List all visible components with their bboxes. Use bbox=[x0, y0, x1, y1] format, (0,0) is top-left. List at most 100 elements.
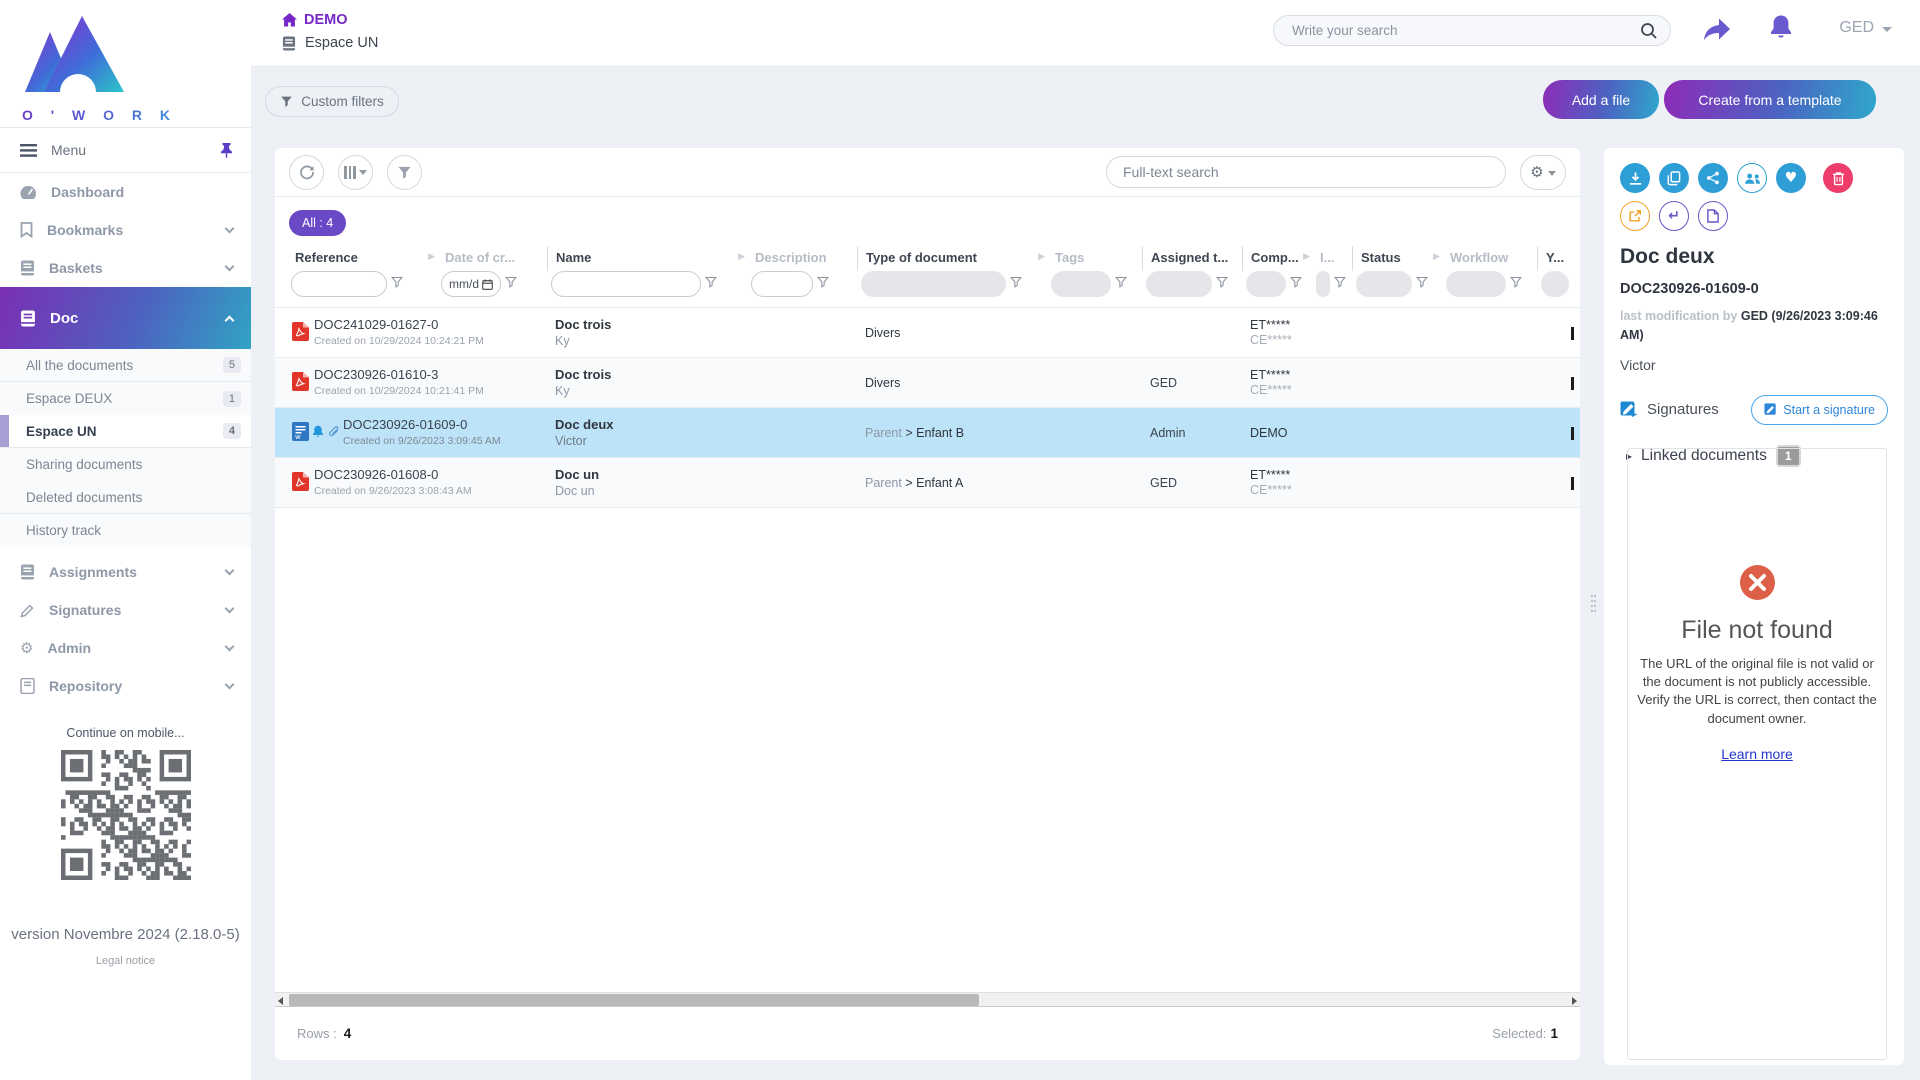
delete-button[interactable] bbox=[1823, 163, 1853, 193]
funnel-icon[interactable] bbox=[1416, 275, 1428, 293]
document-detail-panel: ♥ ↵ Doc deux DOC230926-01609-0 last modi… bbox=[1604, 148, 1904, 1065]
sidebar-item-baskets[interactable]: Baskets bbox=[0, 249, 251, 287]
custom-filters-button[interactable]: Custom filters bbox=[265, 86, 399, 117]
share-icon[interactable] bbox=[1701, 16, 1731, 42]
account-menu[interactable]: GED bbox=[1839, 19, 1892, 37]
start-signature-button[interactable]: Start a signature bbox=[1751, 395, 1888, 425]
column-reference[interactable]: Reference▶ bbox=[287, 246, 437, 271]
column-description[interactable]: Description bbox=[747, 246, 857, 271]
table-row[interactable]: DOC241029-01627-0 Created on 10/29/2024 … bbox=[275, 308, 1580, 358]
sidebar-item-bookmarks[interactable]: Bookmarks bbox=[0, 211, 251, 249]
legal-notice-link[interactable]: Legal notice bbox=[0, 955, 251, 967]
add-file-button[interactable]: Add a file bbox=[1543, 80, 1659, 119]
assign-users-button[interactable] bbox=[1737, 163, 1767, 193]
share-button[interactable] bbox=[1698, 163, 1728, 193]
column-y[interactable]: Y... bbox=[1537, 246, 1580, 271]
filter-assigned-input bbox=[1146, 271, 1212, 297]
document-reference: DOC241029-01627-0 bbox=[314, 317, 437, 332]
sidebar-item-all-documents[interactable]: All the documents 5 bbox=[0, 349, 251, 382]
document-reference: DOC230926-01610-3 bbox=[314, 367, 437, 382]
app-logo[interactable]: O ' W O R K bbox=[0, 0, 251, 127]
filter-company-input bbox=[1246, 271, 1286, 297]
global-search-input[interactable] bbox=[1292, 23, 1640, 38]
table-row-selected[interactable]: w DOC230926-01609-0 Created on 9/26/2023… bbox=[275, 408, 1580, 458]
sidebar-item-espace-un[interactable]: Espace UN 4 bbox=[0, 415, 251, 448]
panel-resize-handle[interactable] bbox=[1589, 595, 1595, 612]
column-i[interactable]: I... bbox=[1312, 246, 1352, 271]
sidebar-item-repository[interactable]: Repository bbox=[0, 667, 251, 705]
menu-row: Menu bbox=[0, 127, 251, 173]
open-external-button[interactable] bbox=[1620, 201, 1650, 231]
breadcrumb-space[interactable]: Espace UN bbox=[282, 35, 378, 51]
document-properties-button[interactable] bbox=[1698, 201, 1728, 231]
refresh-button[interactable] bbox=[289, 155, 324, 190]
return-button[interactable]: ↵ bbox=[1659, 201, 1689, 231]
columns-button[interactable] bbox=[338, 155, 373, 190]
filter-y-input bbox=[1541, 271, 1569, 297]
funnel-icon[interactable] bbox=[1216, 275, 1228, 293]
download-button[interactable] bbox=[1620, 163, 1650, 193]
funnel-icon[interactable] bbox=[1010, 275, 1022, 293]
book-icon bbox=[282, 36, 296, 51]
funnel-icon[interactable] bbox=[1290, 275, 1302, 293]
table-row[interactable]: DOC230926-01610-3 Created on 10/29/2024 … bbox=[275, 358, 1580, 408]
document-name: Doc trois bbox=[555, 317, 739, 332]
scroll-left-arrow[interactable] bbox=[278, 997, 283, 1005]
column-assigned[interactable]: Assigned t... bbox=[1142, 246, 1242, 271]
sidebar-item-deleted-documents[interactable]: Deleted documents bbox=[0, 481, 251, 514]
filter-name-input[interactable] bbox=[551, 271, 701, 297]
count-badge: 1 bbox=[223, 391, 241, 407]
favorite-button[interactable]: ♥ bbox=[1776, 163, 1806, 193]
clipboard-icon bbox=[20, 564, 35, 580]
search-icon[interactable] bbox=[1640, 22, 1658, 40]
filter-button[interactable] bbox=[387, 155, 422, 190]
filter-description-input[interactable] bbox=[751, 271, 813, 297]
sidebar-item-doc[interactable]: Doc bbox=[0, 287, 251, 349]
column-workflow[interactable]: Workflow bbox=[1442, 246, 1537, 271]
table-row[interactable]: DOC230926-01608-0 Created on 9/26/2023 3… bbox=[275, 458, 1580, 508]
sidebar-item-dashboard[interactable]: Dashboard bbox=[0, 173, 251, 211]
funnel-icon[interactable] bbox=[817, 275, 829, 293]
pin-icon[interactable] bbox=[220, 143, 233, 158]
funnel-icon[interactable] bbox=[705, 275, 717, 293]
mountain-logo-icon bbox=[20, 14, 128, 98]
version-label: version Novembre 2024 (2.18.0-5) bbox=[0, 926, 251, 943]
sidebar-item-admin[interactable]: ⚙ Admin bbox=[0, 629, 251, 667]
column-name[interactable]: Name▶ bbox=[547, 246, 747, 271]
horizontal-scrollbar[interactable] bbox=[275, 992, 1580, 1007]
sidebar-item-assignments[interactable]: Assignments bbox=[0, 553, 251, 591]
column-date[interactable]: Date of cr... bbox=[437, 246, 547, 271]
fulltext-search-input[interactable] bbox=[1123, 164, 1489, 180]
funnel-icon[interactable] bbox=[1334, 275, 1346, 293]
filter-date-input[interactable]: mm/d bbox=[441, 271, 501, 297]
document-type: Divers bbox=[865, 326, 1039, 340]
bell-icon bbox=[312, 425, 324, 439]
hamburger-icon[interactable] bbox=[20, 144, 37, 157]
learn-more-link[interactable]: Learn more bbox=[1721, 746, 1793, 762]
sidebar-item-sharing-documents[interactable]: Sharing documents bbox=[0, 448, 251, 481]
scrollbar-thumb[interactable] bbox=[289, 994, 979, 1006]
column-status[interactable]: Status▶ bbox=[1352, 246, 1442, 271]
sidebar-item-signatures[interactable]: Signatures bbox=[0, 591, 251, 629]
funnel-icon[interactable] bbox=[1510, 275, 1522, 293]
column-type[interactable]: Type of document▶ bbox=[857, 246, 1047, 271]
column-company[interactable]: Comp...▶ bbox=[1242, 246, 1312, 271]
filter-reference-input[interactable] bbox=[291, 271, 387, 297]
bell-icon[interactable] bbox=[1769, 14, 1793, 42]
funnel-icon[interactable] bbox=[505, 275, 517, 293]
clipped-cell-text bbox=[1571, 427, 1574, 440]
scroll-right-arrow[interactable] bbox=[1572, 997, 1577, 1005]
funnel-icon[interactable] bbox=[1115, 275, 1127, 293]
sidebar-item-espace-deux[interactable]: Espace DEUX 1 bbox=[0, 382, 251, 415]
gauge-icon bbox=[20, 185, 37, 200]
breadcrumb-home[interactable]: DEMO bbox=[282, 12, 378, 28]
sidebar-item-history-track[interactable]: History track bbox=[0, 514, 251, 547]
funnel-icon[interactable] bbox=[391, 275, 403, 293]
column-tags[interactable]: Tags bbox=[1047, 246, 1142, 271]
chevron-down-icon bbox=[225, 641, 235, 651]
create-from-template-button[interactable]: Create from a template bbox=[1664, 80, 1876, 119]
all-count-badge[interactable]: All : 4 bbox=[289, 210, 346, 236]
table-settings-button[interactable]: ⚙ bbox=[1520, 155, 1566, 190]
pdf-icon bbox=[292, 472, 309, 491]
copy-button[interactable] bbox=[1659, 163, 1689, 193]
